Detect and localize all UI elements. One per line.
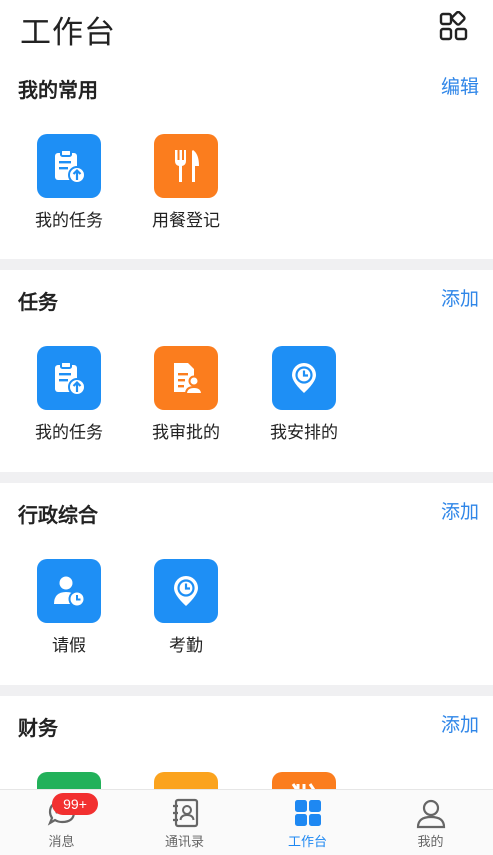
- shortcut-label: 用餐登记: [152, 211, 220, 230]
- nav-label: 消息: [48, 834, 75, 849]
- nav-workbench[interactable]: 工作台: [246, 790, 369, 855]
- section-title: 财务: [18, 718, 58, 740]
- shortcut-label: 请假: [52, 636, 86, 655]
- shortcut-my-tasks[interactable]: 我的任务: [14, 134, 124, 231]
- shortcut-attendance[interactable]: 考勤: [131, 559, 241, 656]
- nav-messages[interactable]: 99+ 消息: [0, 790, 123, 855]
- section-favorites: 我的常用 编辑 我的任务 用餐登记: [0, 58, 493, 259]
- document-person-icon: [154, 346, 218, 410]
- shortcut-my-approvals[interactable]: 我审批的: [131, 346, 241, 443]
- clipboard-upload-icon: [37, 346, 101, 410]
- nav-label: 通讯录: [164, 834, 204, 849]
- page-title: 工作台: [20, 15, 116, 50]
- finance-green-icon: [37, 772, 101, 789]
- section-title: 任务: [18, 292, 58, 314]
- finance-orange2-icon: [272, 772, 336, 789]
- nav-me[interactable]: 我的: [369, 790, 492, 855]
- unread-badge: 99+: [52, 793, 98, 815]
- shortcut-label: 我的任务: [35, 211, 103, 230]
- edit-link[interactable]: 编辑: [441, 72, 479, 99]
- shortcut-finance-2[interactable]: [131, 772, 241, 789]
- shortcut-my-tasks[interactable]: 我的任务: [14, 346, 124, 443]
- contacts-book-icon: [169, 797, 201, 829]
- clock-pin-icon: [272, 346, 336, 410]
- shortcut-label: 考勤: [169, 636, 203, 655]
- person-clock-icon: [37, 559, 101, 623]
- add-link[interactable]: 添加: [441, 497, 479, 524]
- section-administration: 行政综合 添加 请假 考勤: [0, 483, 493, 685]
- nav-label: 工作台: [287, 834, 327, 849]
- shortcut-meal-registration[interactable]: 用餐登记: [131, 134, 241, 231]
- section-divider: [0, 472, 493, 483]
- add-link[interactable]: 添加: [441, 284, 479, 311]
- workbench-grid-icon: [292, 797, 324, 829]
- shortcut-label: 我安排的: [270, 423, 338, 442]
- bottom-nav: 99+ 消息 通讯录 工作台 我的: [0, 789, 493, 855]
- apps-grid-icon[interactable]: [438, 10, 470, 43]
- fork-knife-icon: [154, 134, 218, 198]
- section-title: 我的常用: [18, 80, 98, 102]
- section-divider: [0, 259, 493, 270]
- header: 工作台: [0, 0, 493, 58]
- section-title: 行政综合: [18, 505, 98, 527]
- shortcut-my-arrangements[interactable]: 我安排的: [249, 346, 359, 443]
- section-tasks: 任务 添加 我的任务 我审批的 我安排的: [0, 270, 493, 472]
- section-divider: [0, 685, 493, 696]
- clipboard-upload-icon: [37, 134, 101, 198]
- section-finance: 财务 添加: [0, 696, 493, 789]
- shortcut-leave[interactable]: 请假: [14, 559, 124, 656]
- add-link[interactable]: 添加: [441, 710, 479, 737]
- finance-orange-icon: [154, 772, 218, 789]
- nav-label: 我的: [417, 834, 444, 849]
- shortcut-label: 我的任务: [35, 423, 103, 442]
- clock-pin-icon: [154, 559, 218, 623]
- person-icon: [415, 797, 447, 829]
- shortcut-finance-3[interactable]: [249, 772, 359, 789]
- shortcut-finance-1[interactable]: [14, 772, 124, 789]
- nav-contacts[interactable]: 通讯录: [123, 790, 246, 855]
- shortcut-label: 我审批的: [152, 423, 220, 442]
